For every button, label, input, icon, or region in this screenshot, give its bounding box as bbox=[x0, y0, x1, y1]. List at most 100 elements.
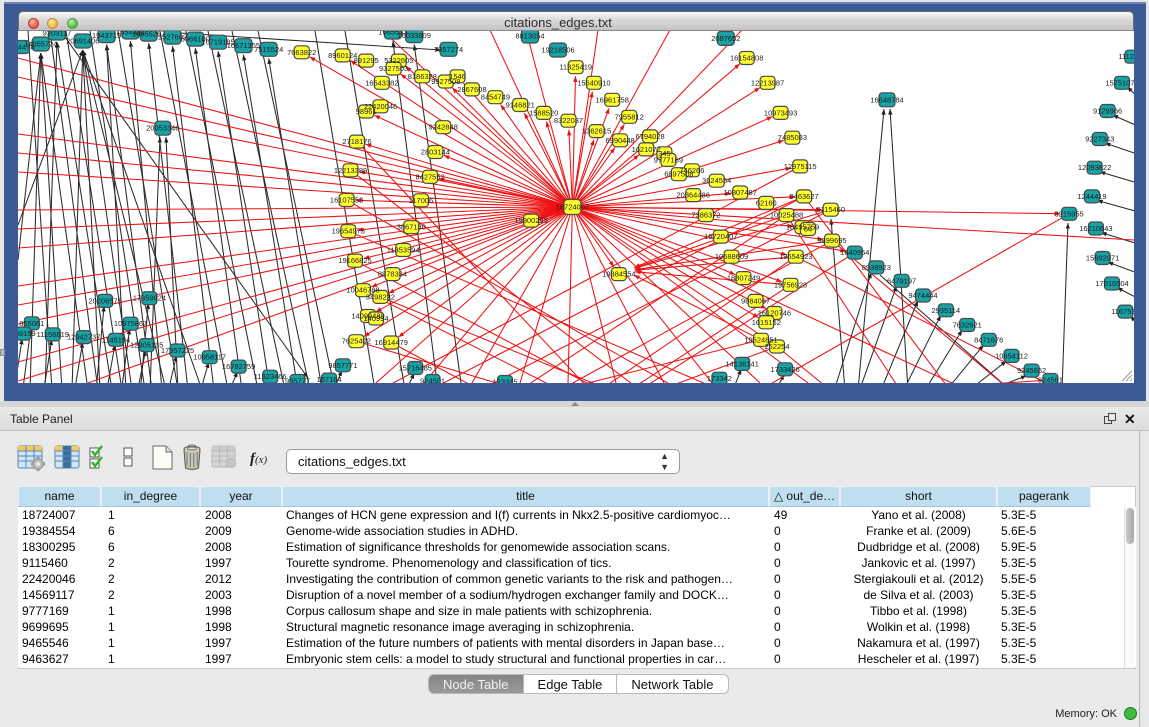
svg-text:1244419: 1244419 bbox=[1077, 192, 1106, 201]
svg-text:939159: 939159 bbox=[18, 329, 36, 338]
svg-text:924561: 924561 bbox=[1038, 376, 1063, 384]
svg-text:15692971: 15692971 bbox=[1086, 254, 1119, 263]
svg-text:18807249: 18807249 bbox=[727, 274, 760, 283]
svg-text:2087652: 2087652 bbox=[711, 34, 740, 43]
svg-text:12905135: 12905135 bbox=[130, 341, 163, 350]
svg-text:9129966: 9129966 bbox=[1093, 107, 1122, 116]
svg-text:9242848: 9242848 bbox=[429, 123, 458, 132]
svg-text:12213389: 12213389 bbox=[334, 166, 367, 175]
svg-text:14136141: 14136141 bbox=[726, 359, 759, 368]
svg-text:173342: 173342 bbox=[707, 374, 732, 383]
svg-text:10654112: 10654112 bbox=[995, 351, 1028, 360]
svg-text:98961: 98961 bbox=[356, 107, 377, 116]
svg-text:3624554: 3624554 bbox=[702, 176, 731, 185]
svg-text:10688609: 10688609 bbox=[715, 252, 748, 261]
svg-text:9463627: 9463627 bbox=[789, 192, 818, 201]
svg-text:10807487: 10807487 bbox=[724, 188, 757, 197]
svg-text:8878334: 8878334 bbox=[378, 270, 407, 279]
svg-text:9884067: 9884067 bbox=[741, 296, 770, 305]
svg-text:173345: 173345 bbox=[492, 378, 517, 384]
svg-text:2803144: 2803144 bbox=[421, 148, 450, 157]
svg-text:1640954: 1640954 bbox=[840, 248, 869, 257]
svg-text:1145194: 1145194 bbox=[102, 335, 131, 344]
svg-text:1733426: 1733426 bbox=[770, 365, 799, 374]
svg-text:16543382: 16543382 bbox=[365, 78, 398, 87]
svg-text:9115460: 9115460 bbox=[816, 205, 845, 214]
svg-text:1167533: 1167533 bbox=[1111, 307, 1134, 316]
svg-text:3867130: 3867130 bbox=[397, 223, 426, 232]
svg-text:12975115: 12975115 bbox=[784, 162, 817, 171]
svg-text:12213987: 12213987 bbox=[751, 78, 784, 87]
svg-text:7485083: 7485083 bbox=[778, 133, 807, 142]
svg-text:7625402: 7625402 bbox=[342, 337, 371, 346]
svg-text:12093822: 12093822 bbox=[1078, 163, 1111, 172]
svg-text:7663822: 7663822 bbox=[287, 48, 316, 57]
svg-text:12942737: 12942737 bbox=[67, 333, 100, 342]
svg-text:924501: 924501 bbox=[420, 377, 445, 384]
svg-text:1621072: 1621072 bbox=[632, 145, 661, 154]
svg-text:10975867: 10975867 bbox=[114, 319, 147, 328]
svg-text:19654923: 19654923 bbox=[779, 252, 812, 261]
svg-text:9327503: 9327503 bbox=[379, 64, 408, 73]
svg-text:20053346: 20053346 bbox=[146, 124, 179, 133]
svg-text:1112473: 1112473 bbox=[1118, 52, 1134, 61]
svg-text:1362615: 1362615 bbox=[582, 127, 611, 136]
svg-text:884478: 884478 bbox=[18, 43, 35, 52]
svg-text:3215955: 3215955 bbox=[1054, 209, 1083, 218]
svg-text:17957225: 17957225 bbox=[161, 346, 194, 355]
svg-text:9899695: 9899695 bbox=[817, 236, 846, 245]
svg-text:20206575: 20206575 bbox=[88, 296, 121, 305]
svg-text:15751074: 15751074 bbox=[1105, 78, 1134, 87]
svg-text:8471676: 8471676 bbox=[974, 335, 1003, 344]
svg-text:62160: 62160 bbox=[756, 198, 777, 207]
svg-text:9227343: 9227343 bbox=[1085, 135, 1114, 144]
svg-text:19384554: 19384554 bbox=[602, 270, 635, 279]
svg-text:16154808: 16154808 bbox=[730, 54, 763, 63]
svg-text:7955812: 7955812 bbox=[615, 112, 644, 121]
svg-text:18724007: 18724007 bbox=[556, 203, 589, 212]
svg-text:16648784: 16648784 bbox=[870, 95, 903, 104]
svg-text:2935114: 2935114 bbox=[931, 306, 960, 315]
svg-text:15640910: 15640910 bbox=[577, 78, 610, 87]
svg-text:891295: 891295 bbox=[354, 56, 379, 65]
svg-text:9474444: 9474444 bbox=[908, 291, 937, 300]
svg-text:17016504: 17016504 bbox=[1095, 279, 1128, 288]
svg-text:19218506: 19218506 bbox=[541, 46, 574, 55]
svg-text:20364486: 20364486 bbox=[677, 191, 710, 200]
svg-text:1546: 1546 bbox=[449, 72, 466, 81]
svg-text:15720407: 15720407 bbox=[704, 232, 737, 241]
svg-text:11923466: 11923466 bbox=[254, 372, 287, 381]
svg-text:8427552: 8427552 bbox=[415, 172, 444, 181]
svg-text:16782759: 16782759 bbox=[222, 362, 255, 371]
svg-text:16914479: 16914479 bbox=[375, 338, 408, 347]
svg-text:6897508: 6897508 bbox=[664, 170, 693, 179]
svg-text:7357274: 7357274 bbox=[434, 45, 463, 54]
svg-text:8322037: 8322037 bbox=[554, 116, 583, 125]
svg-text:16033809: 16033809 bbox=[398, 31, 431, 40]
svg-text:16120746: 16120746 bbox=[758, 309, 791, 318]
svg-text:19654975: 19654975 bbox=[332, 227, 365, 236]
svg-text:855061: 855061 bbox=[19, 319, 44, 328]
svg-text:117006: 117006 bbox=[409, 196, 433, 205]
svg-text:11325419: 11325419 bbox=[559, 63, 592, 72]
svg-text:64: 64 bbox=[804, 225, 812, 234]
svg-text:11156819: 11156819 bbox=[37, 330, 69, 339]
svg-text:7515524: 7515524 bbox=[254, 45, 283, 54]
svg-text:8938923: 8938923 bbox=[862, 263, 891, 272]
svg-text:15900295: 15900295 bbox=[514, 216, 547, 225]
svg-text:1615152: 1615152 bbox=[752, 318, 781, 327]
svg-text:10025488: 10025488 bbox=[770, 211, 803, 220]
svg-text:18495759: 18495759 bbox=[786, 223, 819, 232]
svg-text:3498222: 3498222 bbox=[366, 292, 395, 301]
svg-text:6794028: 6794028 bbox=[635, 132, 664, 141]
svg-text:252254: 252254 bbox=[764, 342, 789, 351]
svg-text:7386372: 7386372 bbox=[691, 211, 720, 220]
svg-text:17359924: 17359924 bbox=[133, 294, 166, 303]
svg-text:9245652: 9245652 bbox=[1017, 366, 1046, 375]
svg-text:16107553: 16107553 bbox=[330, 196, 363, 205]
svg-text:19756928: 19756928 bbox=[774, 280, 807, 289]
svg-text:7632621: 7632621 bbox=[953, 321, 982, 330]
svg-text:16961758: 16961758 bbox=[596, 95, 629, 104]
svg-text:10958117: 10958117 bbox=[193, 353, 226, 362]
svg-text:157164: 157164 bbox=[317, 375, 342, 383]
